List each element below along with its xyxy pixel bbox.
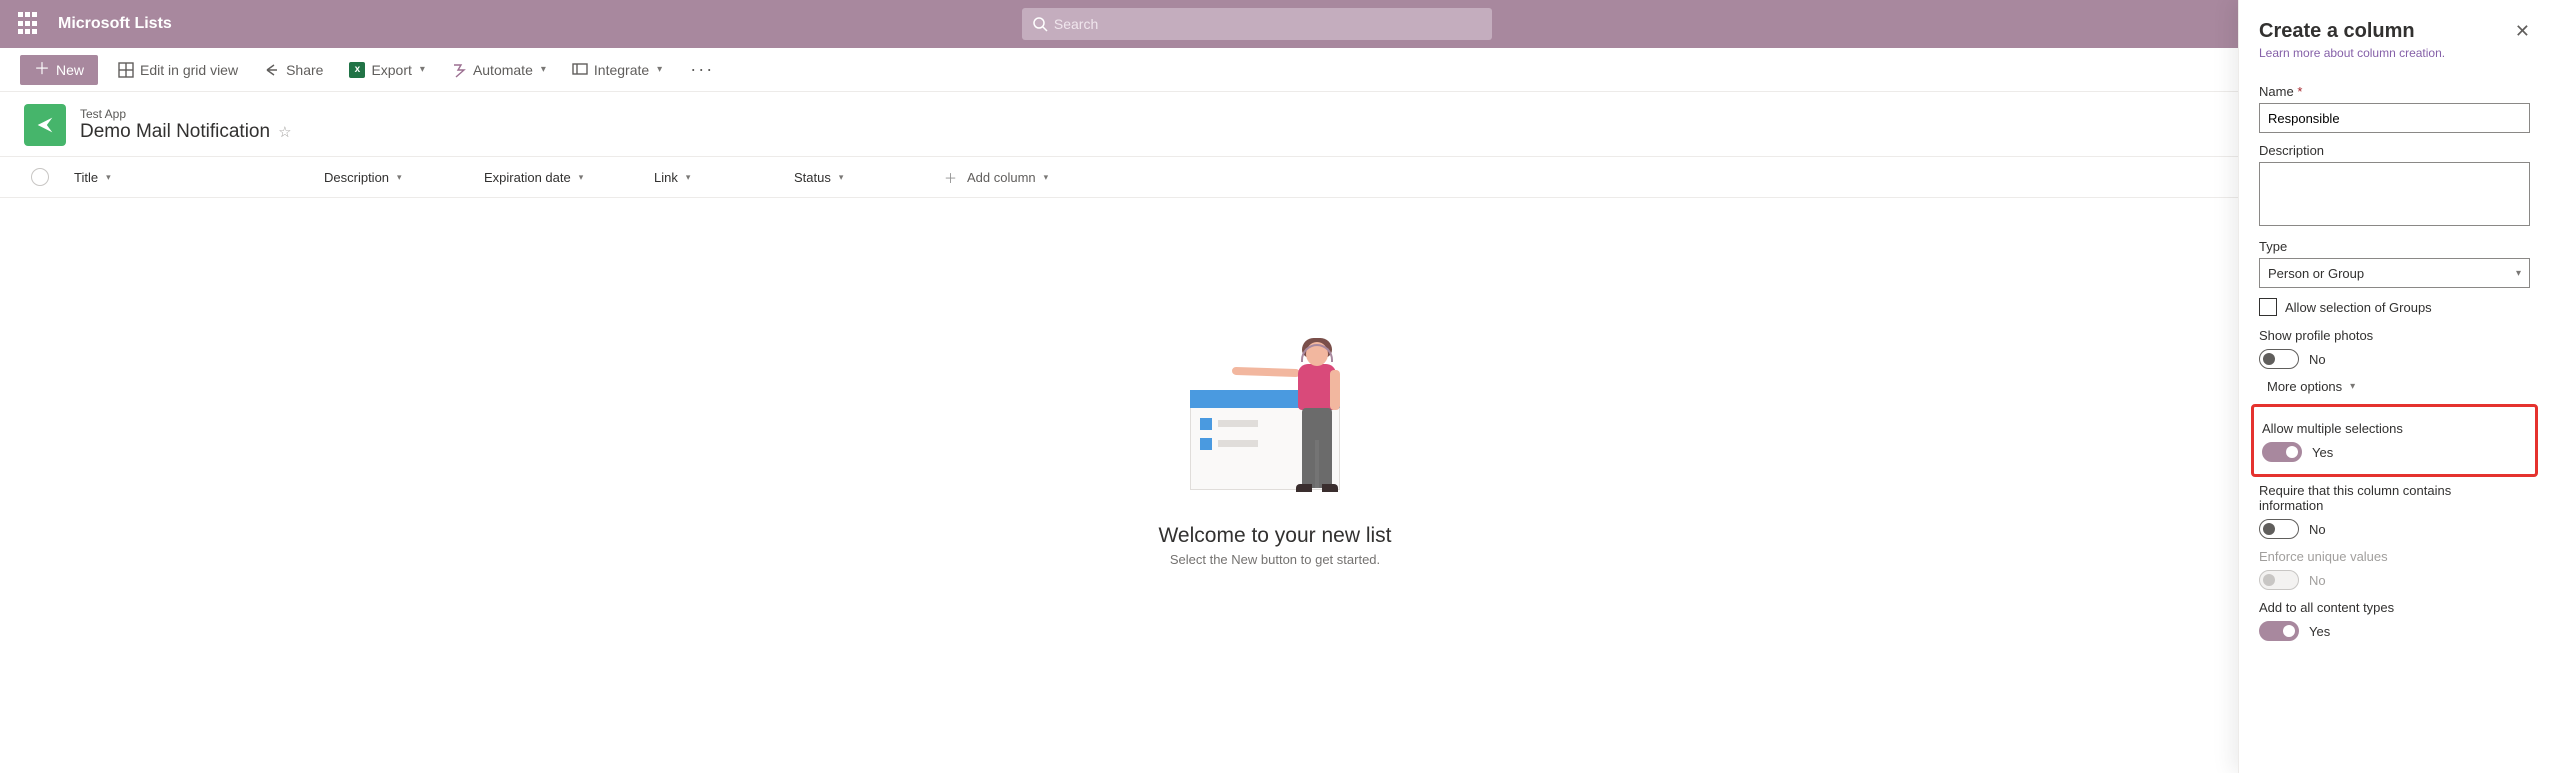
- require-info-label: Require that this column contains inform…: [2259, 483, 2530, 513]
- type-select-value: Person or Group: [2268, 266, 2364, 281]
- command-bar: ＋ New Edit in grid view Share x Export ▾…: [0, 48, 2550, 92]
- empty-subtext: Select the New button to get started.: [0, 552, 2550, 567]
- app-title: Microsoft Lists: [58, 15, 172, 33]
- allow-multiple-label: Allow multiple selections: [2262, 421, 2527, 436]
- name-input[interactable]: [2259, 103, 2530, 133]
- chevron-down-icon: ▾: [541, 64, 546, 75]
- require-info-toggle[interactable]: [2259, 519, 2299, 539]
- column-link-label: Link: [654, 170, 678, 185]
- automate-button[interactable]: Automate ▾: [445, 62, 552, 78]
- enforce-unique-state: No: [2309, 573, 2326, 588]
- close-icon: ✕: [2515, 21, 2530, 41]
- chevron-down-icon: ▾: [686, 172, 691, 183]
- new-button[interactable]: ＋ New: [20, 55, 98, 85]
- favorite-star-icon[interactable]: ☆: [278, 123, 291, 141]
- grid-icon: [118, 62, 134, 78]
- column-headers: Title ▾ Description ▾ Expiration date ▾ …: [0, 156, 2550, 198]
- name-label: Name *: [2259, 84, 2530, 99]
- plus-icon: ＋: [944, 168, 957, 187]
- more-commands-button[interactable]: ···: [682, 59, 722, 80]
- type-select[interactable]: Person or Group ▾: [2259, 258, 2530, 288]
- allow-groups-checkbox[interactable]: [2259, 298, 2277, 316]
- chevron-down-icon: ▾: [420, 64, 425, 75]
- search-icon: [1032, 16, 1048, 32]
- app-launcher-icon[interactable]: [18, 12, 42, 36]
- chevron-down-icon: ▾: [579, 172, 584, 183]
- flow-icon: [451, 62, 467, 78]
- allow-multiple-highlight: Allow multiple selections Yes: [2251, 404, 2538, 477]
- share-label: Share: [286, 62, 323, 78]
- enforce-unique-toggle: [2259, 570, 2299, 590]
- description-label: Description: [2259, 143, 2530, 158]
- automate-label: Automate: [473, 62, 533, 78]
- column-title[interactable]: Title ▾: [60, 157, 310, 197]
- add-content-types-label: Add to all content types: [2259, 600, 2530, 615]
- chevron-down-icon: ▾: [657, 64, 662, 75]
- column-expiration-date[interactable]: Expiration date ▾: [470, 157, 640, 197]
- column-expiration-label: Expiration date: [484, 170, 571, 185]
- select-all-checkbox[interactable]: [20, 157, 60, 197]
- search-box[interactable]: [1022, 8, 1492, 40]
- column-status-label: Status: [794, 170, 831, 185]
- add-column-button[interactable]: ＋ Add column ▾: [930, 157, 1130, 197]
- column-description[interactable]: Description ▾: [310, 157, 470, 197]
- show-photos-toggle[interactable]: [2259, 349, 2299, 369]
- add-content-types-state: Yes: [2309, 624, 2330, 639]
- edit-grid-label: Edit in grid view: [140, 62, 238, 78]
- panel-title: Create a column: [2259, 20, 2415, 43]
- allow-multiple-state: Yes: [2312, 445, 2333, 460]
- list-header: Test App Demo Mail Notification ☆: [0, 92, 2550, 156]
- chevron-down-icon: ▾: [2516, 268, 2521, 279]
- export-label: Export: [371, 62, 411, 78]
- description-input[interactable]: [2259, 162, 2530, 226]
- share-icon: [264, 62, 280, 78]
- new-button-label: New: [56, 62, 84, 78]
- column-link[interactable]: Link ▾: [640, 157, 780, 197]
- create-column-panel: Create a column ✕ Learn more about colum…: [2238, 0, 2550, 773]
- empty-illustration: [1190, 340, 1360, 510]
- share-button[interactable]: Share: [258, 62, 329, 78]
- chevron-down-icon: ▾: [397, 172, 402, 183]
- show-photos-label: Show profile photos: [2259, 328, 2530, 343]
- chevron-down-icon: ▾: [106, 172, 111, 183]
- list-title: Demo Mail Notification: [80, 121, 270, 143]
- add-content-types-toggle[interactable]: [2259, 621, 2299, 641]
- excel-icon: x: [349, 62, 365, 78]
- top-bar: Microsoft Lists: [0, 0, 2550, 48]
- more-options-toggle[interactable]: More options ▾: [2259, 379, 2530, 394]
- chevron-down-icon: ▾: [2350, 381, 2355, 392]
- require-info-state: No: [2309, 522, 2326, 537]
- list-app-hint[interactable]: Test App: [80, 107, 292, 121]
- column-title-label: Title: [74, 170, 98, 185]
- close-panel-button[interactable]: ✕: [2515, 21, 2530, 42]
- type-label: Type: [2259, 239, 2530, 254]
- integrate-label: Integrate: [594, 62, 649, 78]
- add-column-label: Add column: [967, 170, 1036, 185]
- edit-grid-button[interactable]: Edit in grid view: [112, 62, 244, 78]
- empty-state: Welcome to your new list Select the New …: [0, 340, 2550, 567]
- learn-more-link[interactable]: Learn more about column creation.: [2259, 46, 2445, 60]
- column-description-label: Description: [324, 170, 389, 185]
- integrate-icon: [572, 62, 588, 78]
- allow-groups-label: Allow selection of Groups: [2285, 300, 2432, 315]
- enforce-unique-label: Enforce unique values: [2259, 549, 2530, 564]
- show-photos-state: No: [2309, 352, 2326, 367]
- chevron-down-icon: ▾: [1044, 172, 1049, 183]
- integrate-button[interactable]: Integrate ▾: [566, 62, 668, 78]
- list-logo-icon: [24, 104, 66, 146]
- empty-heading: Welcome to your new list: [0, 524, 2550, 548]
- plus-icon: ＋: [34, 62, 50, 78]
- export-button[interactable]: x Export ▾: [343, 62, 431, 78]
- allow-multiple-toggle[interactable]: [2262, 442, 2302, 462]
- column-status[interactable]: Status ▾: [780, 157, 930, 197]
- search-input[interactable]: [1048, 16, 1482, 32]
- chevron-down-icon: ▾: [839, 172, 844, 183]
- more-options-label: More options: [2267, 379, 2342, 394]
